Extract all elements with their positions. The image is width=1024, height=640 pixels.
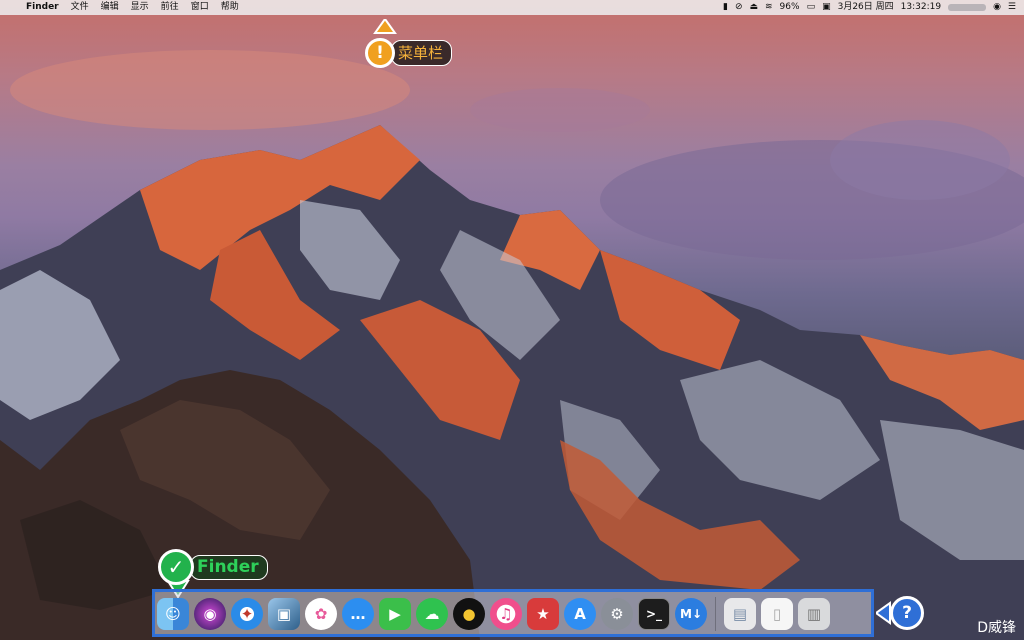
input-method-icon[interactable]: ▣ — [822, 0, 831, 15]
dock-separator — [715, 597, 716, 631]
menu-view[interactable]: 显示 — [125, 0, 155, 15]
siri-icon[interactable]: ◉ — [993, 0, 1001, 15]
dock-photos-icon[interactable]: ✿ — [305, 598, 337, 630]
dock-markdown-icon[interactable]: M↓ — [675, 598, 707, 630]
dock-downloads-folder-icon[interactable]: ▤ — [724, 598, 756, 630]
desktop: Finder 文件 编辑 显示 前往 窗口 帮助 ▮ ⊘ ⏏ ≋ 96% ▭ ▣… — [0, 0, 1024, 640]
dock-itunes-icon[interactable]: ♫ — [490, 598, 522, 630]
dock-document-icon[interactable]: ▯ — [761, 598, 793, 630]
bookmark-icon[interactable]: ▮ — [723, 0, 728, 15]
menu-window[interactable]: 窗口 — [185, 0, 215, 15]
dock-terminal-icon[interactable]: >_ — [638, 598, 670, 630]
dock-messages-icon[interactable]: … — [342, 598, 374, 630]
watermark-logo: D威锋 — [977, 620, 1016, 636]
check-badge-icon: ✓ — [158, 549, 194, 585]
menu-go[interactable]: 前往 — [155, 0, 185, 15]
menu-edit[interactable]: 编辑 — [95, 0, 125, 15]
status-area: ▮ ⊘ ⏏ ≋ 96% ▭ ▣ 3月26日 周四 13:32:19 ◉ ☰ — [723, 0, 1016, 15]
search-status-icon[interactable]: ⊘ — [735, 0, 743, 15]
dock: ☺ ◉ ✦ ▣ ✿ … ▶ ☁ ● ♫ ★ A ⚙ >_ M↓ ▤ ▯ ▥ — [157, 594, 830, 634]
dock-siri-icon[interactable]: ◉ — [194, 598, 226, 630]
app-menu-finder[interactable]: Finder — [20, 0, 65, 15]
menubar-callout: ! 菜单栏 — [365, 19, 453, 68]
menubar-clock[interactable]: 13:32:19 — [901, 0, 941, 15]
dock-facetime-icon[interactable]: ▶ — [379, 598, 411, 630]
eject-icon[interactable]: ⏏ — [749, 0, 758, 15]
dock-app-store-icon[interactable]: A — [564, 598, 596, 630]
dock-system-preferences-icon[interactable]: ⚙ — [601, 598, 633, 630]
dock-trash-icon[interactable]: ▥ — [798, 598, 830, 630]
dock-finder-icon[interactable]: ☺ — [157, 598, 189, 630]
wallpaper-mountains — [0, 50, 1024, 640]
dock-bookmarks-icon[interactable]: ★ — [527, 598, 559, 630]
dock-qq-icon[interactable]: ● — [453, 598, 485, 630]
battery-percent[interactable]: 96% — [780, 0, 800, 15]
finder-callout-label: Finder — [190, 554, 268, 580]
question-badge-icon: ? — [890, 596, 924, 630]
dock-callout: ? — [876, 596, 924, 630]
battery-icon[interactable]: ▭ — [807, 0, 816, 15]
dock-preview-icon[interactable]: ▣ — [268, 598, 300, 630]
finder-callout: ✓ Finder — [158, 549, 268, 599]
notification-center-icon[interactable]: ☰ — [1008, 0, 1016, 15]
wifi-icon[interactable]: ≋ — [765, 0, 773, 15]
menubar-date[interactable]: 3月26日 周四 — [838, 0, 894, 15]
user-name-blurred[interactable] — [948, 4, 987, 11]
menu-file[interactable]: 文件 — [65, 0, 95, 15]
menu-help[interactable]: 帮助 — [215, 0, 245, 15]
menu-bar: Finder 文件 编辑 显示 前往 窗口 帮助 ▮ ⊘ ⏏ ≋ 96% ▭ ▣… — [0, 0, 1024, 15]
dock-safari-icon[interactable]: ✦ — [231, 598, 263, 630]
warning-badge-icon: ! — [365, 38, 395, 68]
dock-wechat-icon[interactable]: ☁ — [416, 598, 448, 630]
